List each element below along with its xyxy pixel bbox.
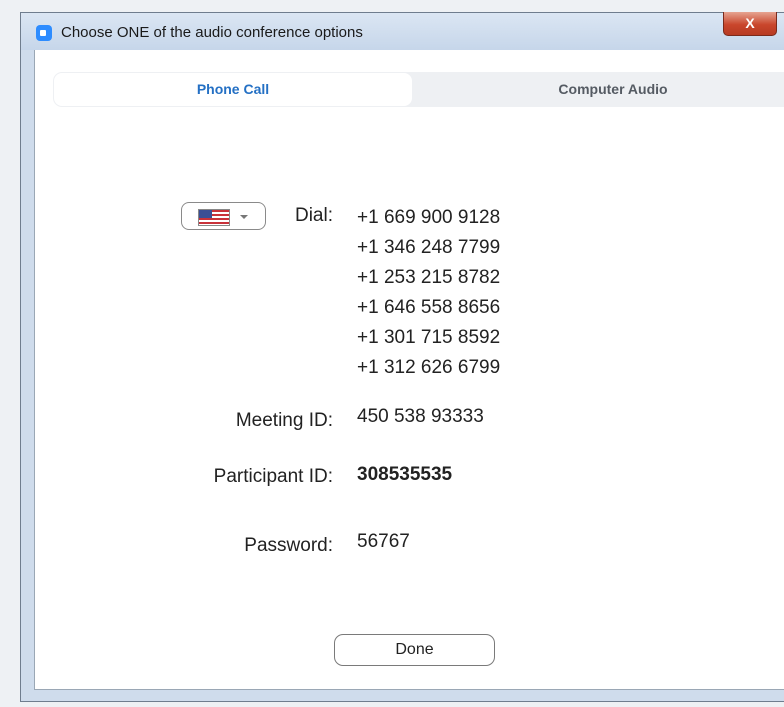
dial-number: +1 669 900 9128 [357, 207, 501, 228]
dial-number: +1 301 715 8592 [357, 327, 501, 348]
title-bar[interactable]: Choose ONE of the audio conference optio… [21, 12, 784, 50]
zoom-app-icon [36, 25, 52, 41]
dial-number: +1 253 215 8782 [357, 267, 501, 288]
dial-number: +1 312 626 6799 [357, 357, 501, 378]
participant-id-label: Participant ID: [213, 466, 333, 487]
tab-phone-call[interactable]: Phone Call [54, 73, 412, 106]
close-button[interactable]: X [723, 12, 777, 36]
audio-options-dialog: Choose ONE of the audio conference optio… [20, 12, 784, 702]
dial-number-list: +1 669 900 9128 +1 346 248 7799 +1 253 2… [357, 203, 500, 383]
tab-computer-audio[interactable]: Computer Audio [433, 73, 784, 106]
password-value: 56767 [357, 531, 410, 552]
dial-label: Dial: [294, 205, 333, 226]
window-title: Choose ONE of the audio conference optio… [61, 24, 363, 41]
done-button[interactable]: Done [334, 634, 495, 666]
dial-number: +1 346 248 7799 [357, 237, 501, 258]
participant-id-value: 308535535 [357, 464, 453, 485]
dial-number: +1 646 558 8656 [357, 297, 501, 318]
meeting-id-label: Meeting ID: [235, 410, 333, 431]
dialog-content: Phone Call Computer Audio Dial: +1 669 9… [34, 50, 784, 690]
audio-tabs: Phone Call Computer Audio [53, 72, 784, 107]
meeting-id-value: 450 538 93333 [357, 406, 484, 427]
password-label: Password: [244, 535, 333, 556]
